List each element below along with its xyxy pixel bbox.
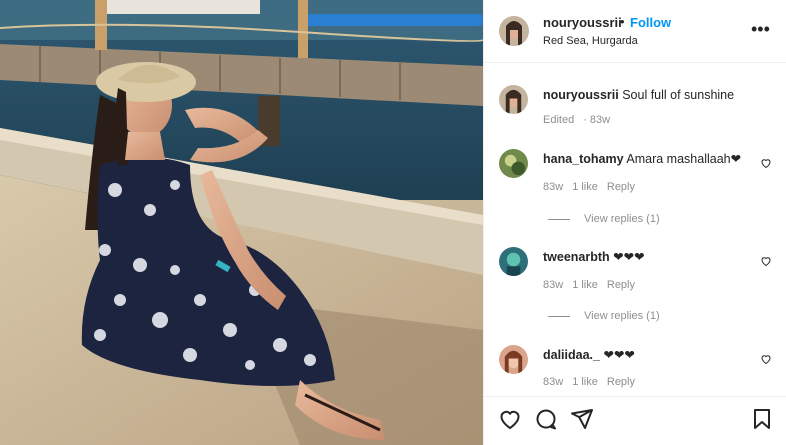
- caption-avatar[interactable]: [499, 85, 528, 114]
- reply-button[interactable]: Reply: [607, 181, 635, 193]
- comment-username[interactable]: hana_tohamy: [543, 152, 624, 166]
- comment-message: ❤❤❤: [613, 250, 645, 264]
- reply-button[interactable]: Reply: [607, 279, 635, 291]
- comment-likes[interactable]: 1 like: [572, 376, 598, 388]
- post-photo[interactable]: [0, 0, 483, 445]
- post-image: [0, 0, 483, 445]
- comment-message: ❤❤❤: [603, 348, 635, 362]
- like-comment-heart-icon[interactable]: [760, 353, 772, 365]
- like-icon[interactable]: [498, 407, 522, 431]
- comment-icon[interactable]: [534, 407, 558, 431]
- view-replies-button[interactable]: View replies (1): [548, 310, 660, 322]
- view-replies-label[interactable]: View replies (1): [584, 213, 660, 225]
- commenter-avatar[interactable]: [499, 247, 528, 276]
- post-header: nouryoussrii • Follow Red Sea, Hurgarda …: [484, 0, 786, 63]
- comment-age[interactable]: 83w: [543, 181, 563, 193]
- commenter-avatar[interactable]: [499, 149, 528, 178]
- author-avatar[interactable]: [499, 16, 529, 46]
- caption-age[interactable]: 83w: [590, 114, 610, 126]
- comment-text: hana_tohamy Amara mashallaah❤: [543, 151, 753, 167]
- save-icon[interactable]: [750, 407, 774, 431]
- comment-meta: 83w 1 like Reply: [543, 376, 644, 388]
- caption-username[interactable]: nouryoussrii: [543, 88, 619, 102]
- more-options-icon[interactable]: •••: [751, 19, 770, 40]
- reply-button[interactable]: Reply: [607, 376, 635, 388]
- replies-divider: [548, 315, 570, 317]
- view-replies-button[interactable]: View replies (1): [548, 213, 660, 225]
- caption-meta: Edited · 83w: [543, 114, 611, 126]
- follow-button[interactable]: Follow: [630, 15, 671, 30]
- post-location[interactable]: Red Sea, Hurgarda: [543, 35, 638, 47]
- comment-meta: 83w 1 like Reply: [543, 181, 644, 193]
- commenter-avatar[interactable]: [499, 345, 528, 374]
- instagram-post-view: nouryoussrii • Follow Red Sea, Hurgarda …: [0, 0, 786, 445]
- share-icon[interactable]: [570, 407, 594, 431]
- author-username[interactable]: nouryoussrii: [543, 15, 622, 30]
- caption-message: Soul full of sunshine: [622, 88, 735, 102]
- post-action-bar: [484, 396, 786, 445]
- comment-age[interactable]: 83w: [543, 376, 563, 388]
- comment-username[interactable]: daliidaa._: [543, 348, 600, 362]
- comment-text: tweenarbth ❤❤❤: [543, 249, 753, 265]
- post-side-panel: nouryoussrii • Follow Red Sea, Hurgarda …: [483, 0, 786, 445]
- caption-text: nouryoussrii Soul full of sunshine: [543, 87, 753, 103]
- comment-text: daliidaa._ ❤❤❤: [543, 347, 753, 363]
- comment-username[interactable]: tweenarbth: [543, 250, 610, 264]
- like-comment-heart-icon[interactable]: [760, 255, 772, 267]
- separator-dot: •: [620, 14, 625, 29]
- view-replies-label[interactable]: View replies (1): [584, 310, 660, 322]
- comment-likes[interactable]: 1 like: [572, 181, 598, 193]
- like-comment-heart-icon[interactable]: [760, 157, 772, 169]
- replies-divider: [548, 218, 570, 220]
- comment-age[interactable]: 83w: [543, 279, 563, 291]
- comment-likes[interactable]: 1 like: [572, 279, 598, 291]
- comment-message: Amara mashallaah❤: [626, 152, 742, 166]
- comment-meta: 83w 1 like Reply: [543, 279, 644, 291]
- edited-label: Edited: [543, 114, 575, 126]
